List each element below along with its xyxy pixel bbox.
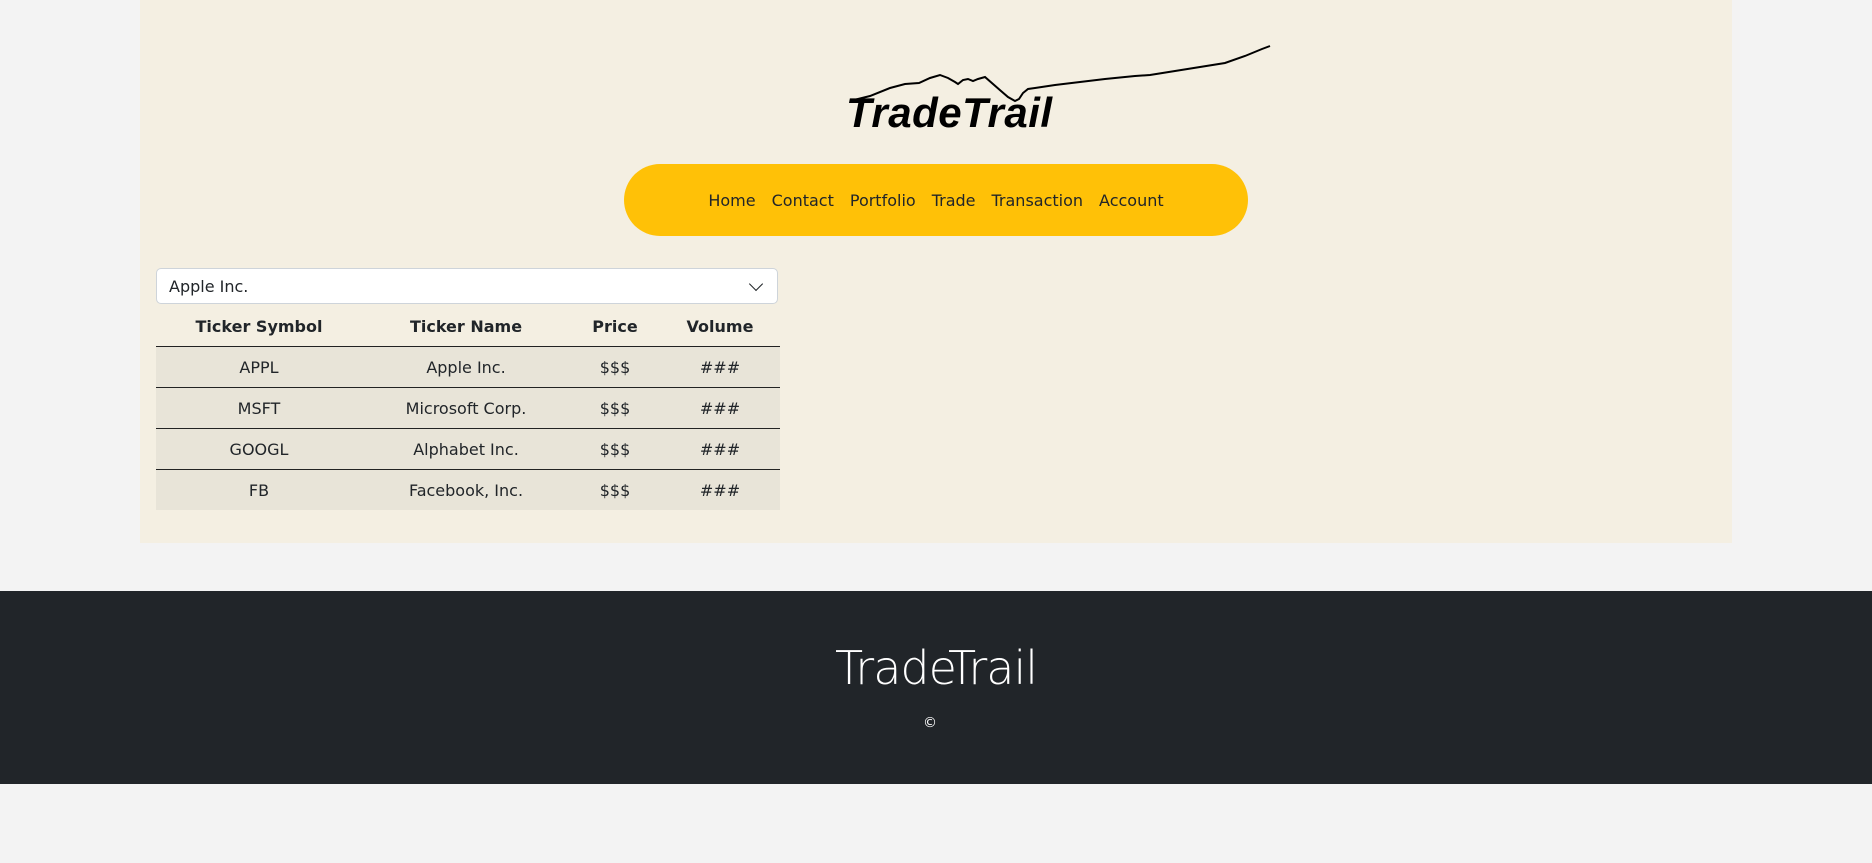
cell-price: $$$ <box>570 428 660 470</box>
header-volume: Volume <box>660 306 780 347</box>
footer: TradeTrail © <box>0 591 1872 784</box>
cell-price: $$$ <box>570 387 660 429</box>
cell-ticker-name: Microsoft Corp. <box>362 387 570 429</box>
cell-ticker-symbol: FB <box>156 469 362 510</box>
cell-ticker-name: Apple Inc. <box>362 346 570 388</box>
nav-contact[interactable]: Contact <box>772 191 834 210</box>
logo-text: TradeTrail <box>846 89 1053 136</box>
footer-brand: TradeTrail <box>834 641 1038 695</box>
stock-select[interactable]: Apple Inc. <box>156 268 778 304</box>
nav-home[interactable]: Home <box>708 191 755 210</box>
nav-portfolio[interactable]: Portfolio <box>850 191 916 210</box>
cell-volume: ### <box>660 387 780 429</box>
nav-account[interactable]: Account <box>1099 191 1164 210</box>
table-row: MSFT Microsoft Corp. $$$ ### <box>156 387 780 429</box>
table-row: FB Facebook, Inc. $$$ ### <box>156 469 780 510</box>
cell-price: $$$ <box>570 469 660 510</box>
cell-price: $$$ <box>570 346 660 388</box>
cell-volume: ### <box>660 346 780 388</box>
header-price: Price <box>570 306 660 347</box>
cell-ticker-symbol: MSFT <box>156 387 362 429</box>
table-header-row: Ticker Symbol Ticker Name Price Volume <box>156 306 780 347</box>
header-ticker-symbol: Ticker Symbol <box>156 306 362 347</box>
nav-transaction[interactable]: Transaction <box>992 191 1084 210</box>
footer-copyright: © <box>923 715 937 731</box>
header-ticker-name: Ticker Name <box>362 306 570 347</box>
cell-ticker-name: Alphabet Inc. <box>362 428 570 470</box>
main-navbar: Home Contact Portfolio Trade Transaction… <box>624 164 1248 236</box>
cell-ticker-symbol: APPL <box>156 346 362 388</box>
nav-trade[interactable]: Trade <box>932 191 976 210</box>
cell-ticker-name: Facebook, Inc. <box>362 469 570 510</box>
stock-select-value: Apple Inc. <box>169 276 249 296</box>
cell-volume: ### <box>660 428 780 470</box>
cell-ticker-symbol: GOOGL <box>156 428 362 470</box>
table-row: GOOGL Alphabet Inc. $$$ ### <box>156 428 780 470</box>
chevron-down-icon <box>748 276 764 291</box>
stock-table: Ticker Symbol Ticker Name Price Volume A… <box>156 306 780 510</box>
table-row: APPL Apple Inc. $$$ ### <box>156 346 780 388</box>
cell-volume: ### <box>660 469 780 510</box>
main-panel: TradeTrail Home Contact Portfolio Trade … <box>140 0 1732 543</box>
logo[interactable]: TradeTrail <box>705 30 1305 140</box>
